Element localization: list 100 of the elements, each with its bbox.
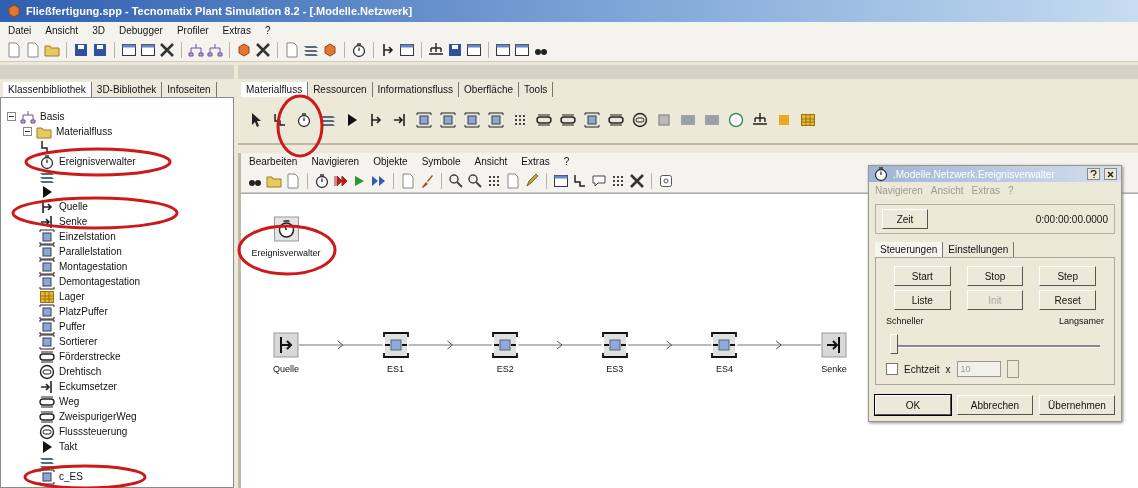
zoom-icon[interactable] [448,173,464,189]
hierarchy-icon[interactable] [20,108,36,125]
belt-icon[interactable] [608,112,624,128]
belt-icon[interactable] [39,393,55,410]
station-icon[interactable] [39,243,55,260]
tree-item[interactable]: Demontagestation [3,274,231,289]
turntable-icon[interactable] [39,363,55,380]
tools-icon[interactable] [159,42,175,58]
window-icon[interactable] [466,42,482,58]
control-button[interactable]: Stop [966,266,1024,286]
tree-item[interactable]: ZweispurigerWeg [3,409,231,424]
slider-thumb[interactable] [890,334,898,354]
fast-icon[interactable] [371,173,387,189]
station-node-icon[interactable] [601,332,628,358]
table-icon[interactable] [800,112,816,128]
menu-item[interactable]: Profiler [176,25,209,36]
collapse-icon[interactable] [23,127,32,136]
tree-item[interactable]: Flusssteuerung [3,424,231,439]
clock-icon[interactable] [351,42,367,58]
cube-icon[interactable] [236,42,252,58]
station-icon[interactable] [39,318,55,335]
tree-item[interactable]: Drehtisch [3,364,231,379]
menu-item[interactable]: Objekte [373,156,408,167]
time-button[interactable]: Zeit [882,209,928,229]
turntable-icon[interactable] [39,423,55,440]
menu-item[interactable]: Extras [222,25,251,36]
grid-icon[interactable] [486,173,502,189]
tree-item[interactable]: Takt [3,439,231,454]
hierarchy-icon[interactable] [188,42,204,58]
dialog-button[interactable]: Übernehmen [1039,395,1115,415]
menu-item[interactable]: Debugger [118,25,163,36]
cube-icon[interactable] [322,42,338,58]
turntable-icon[interactable] [632,112,648,128]
menu-item[interactable]: Ansicht [474,156,508,167]
station-icon[interactable] [39,468,55,485]
brush-icon[interactable] [419,173,435,189]
skip-icon[interactable] [333,173,349,189]
control-button[interactable]: Start [894,266,951,286]
menu-item[interactable]: Symbole [421,156,461,167]
window-icon[interactable] [514,42,530,58]
tree-item[interactable]: Basis [3,109,231,124]
zoom-icon[interactable] [467,173,483,189]
station-icon[interactable] [39,228,55,245]
tree-item[interactable]: Senke [3,214,231,229]
collapse-icon[interactable] [7,112,16,121]
source-icon[interactable] [368,112,384,128]
source-node-icon[interactable] [273,332,299,358]
clock-icon[interactable] [296,112,312,128]
speed-slider[interactable] [890,332,1100,354]
station-icon[interactable] [39,303,55,320]
connector-icon[interactable] [272,112,288,128]
tree-item[interactable]: c_ES [3,469,231,484]
connector-icon[interactable] [572,173,588,189]
station-node-icon[interactable] [382,332,409,358]
grid-icon[interactable] [512,112,528,128]
tree-item[interactable]: Ereignisverwalter [3,154,231,169]
menu-item[interactable]: ? [264,25,271,36]
sink-node-icon[interactable] [821,332,847,358]
dialog-button[interactable]: OK [875,395,951,415]
tree-item[interactable]: PlatzPuffer [3,304,231,319]
tools-icon[interactable] [255,42,271,58]
tab[interactable]: Steuerungen [875,242,944,257]
hierarchy-icon[interactable] [207,42,223,58]
station-icon[interactable] [440,112,456,128]
tree-icon[interactable] [752,112,768,128]
control-button[interactable]: Reset [1039,290,1096,310]
station-icon[interactable] [584,112,600,128]
sink-icon[interactable] [39,378,55,395]
menu-item[interactable]: Bearbeiten [249,156,298,167]
station-icon[interactable] [39,258,55,275]
station-icon[interactable] [416,112,432,128]
tree-item[interactable]: Sortierer [3,334,231,349]
table-icon[interactable] [39,288,55,305]
menu-item[interactable]: ? [563,156,570,167]
tree-item[interactable]: Montagestation [3,259,231,274]
station-node-icon[interactable] [711,332,738,358]
speech-icon[interactable] [591,173,607,189]
menu-item[interactable]: Extras [521,156,550,167]
belt-icon[interactable] [39,408,55,425]
station-icon[interactable] [464,112,480,128]
grid-icon[interactable] [610,173,626,189]
window-icon[interactable] [495,42,511,58]
help-button[interactable] [1087,168,1100,180]
menu-item[interactable]: Navigieren [311,156,360,167]
menu-item[interactable]: 3D [92,25,105,36]
window-icon[interactable] [553,173,569,189]
pencil-icon[interactable] [524,173,540,189]
tab[interactable]: Klassenbibliothek [3,82,92,97]
control-button[interactable]: Step [1039,266,1096,286]
station-icon[interactable] [39,333,55,350]
station-node-icon[interactable] [492,332,519,358]
belt-icon[interactable] [536,112,552,128]
station-icon[interactable] [488,112,504,128]
tree-item[interactable]: Puffer [3,319,231,334]
tree-item[interactable]: Weg [3,394,231,409]
tree-item[interactable]: Parallelstation [3,244,231,259]
window-icon[interactable] [140,42,156,58]
dialog-button[interactable]: Abbrechen [957,395,1033,415]
belt-icon[interactable] [560,112,576,128]
tree-item[interactable]: Quelle [3,199,231,214]
